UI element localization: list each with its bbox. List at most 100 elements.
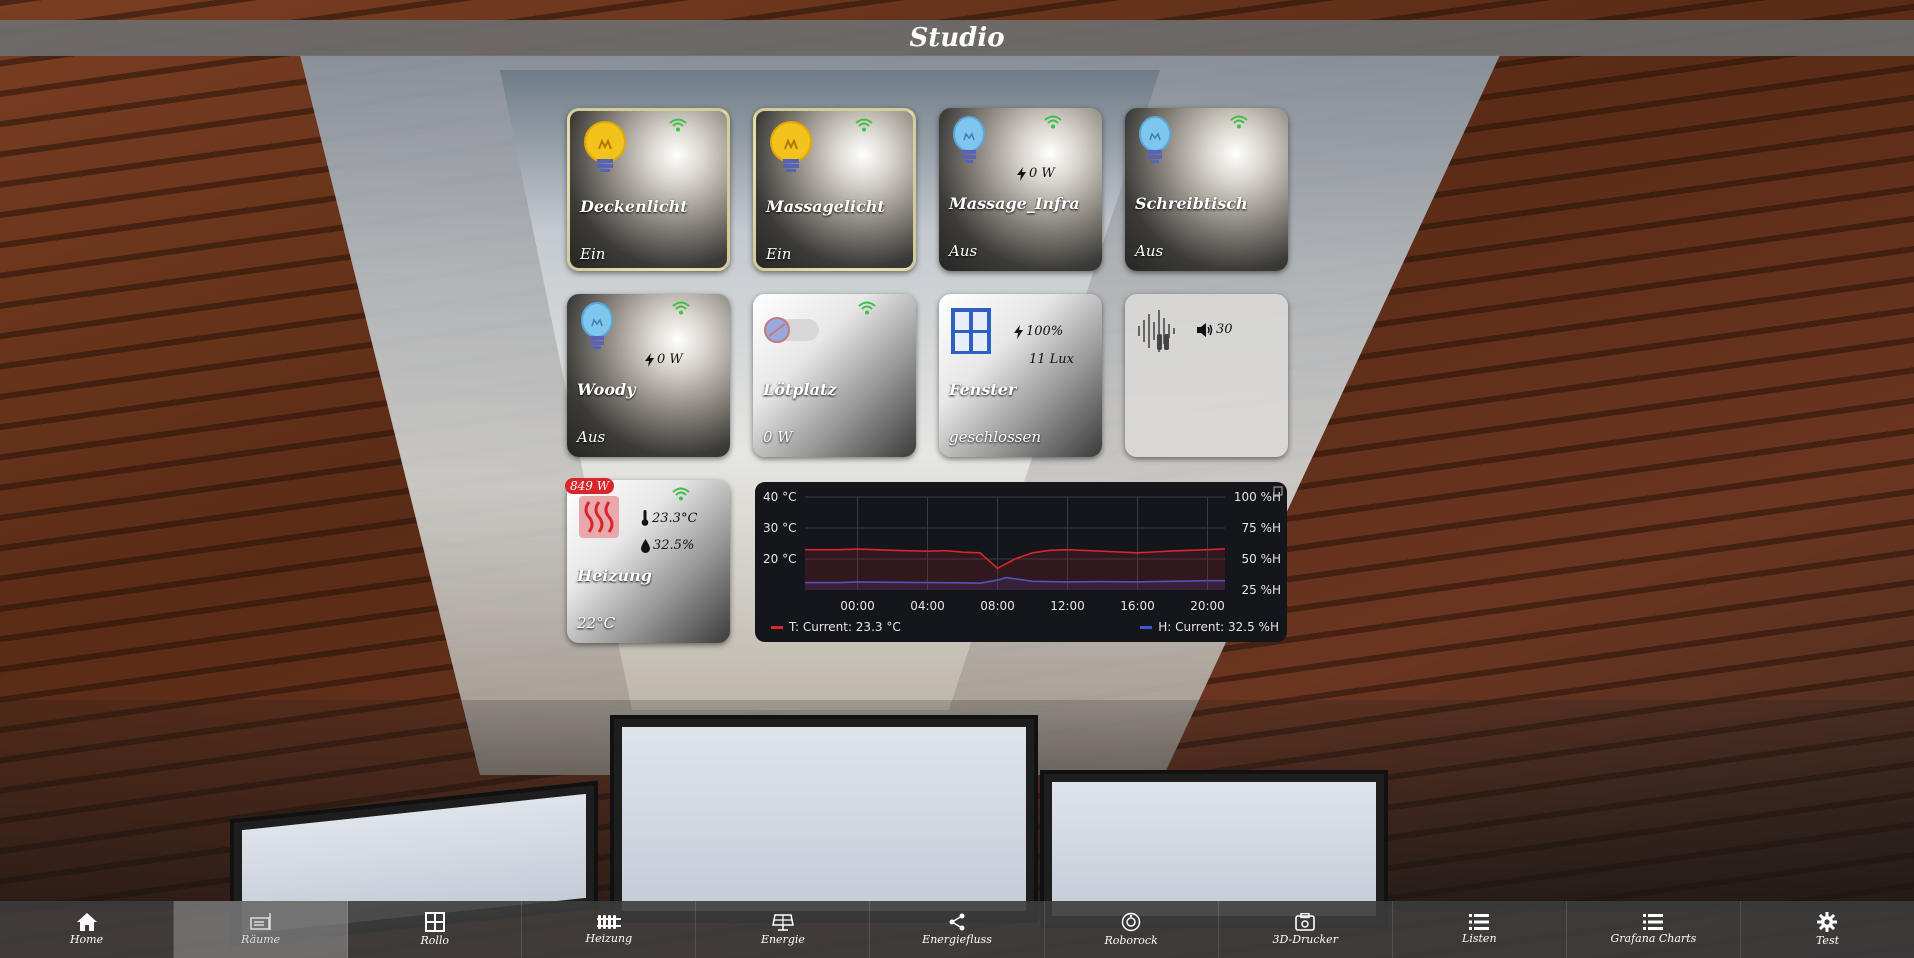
window-icon [949,306,993,360]
tile-name: Heizung [577,566,652,585]
power-reading: 0 W [645,352,683,367]
x-tick-label: 12:00 [1050,599,1085,613]
nav-item-rollo[interactable]: Rollo [348,901,523,958]
power-value: 0 W [1029,166,1055,181]
tile-state: Ein [766,245,792,263]
printer-icon [1295,913,1316,931]
wifi-icon [1044,114,1062,133]
title-bar: Studio [0,20,1914,56]
power-reading: 100% [1014,324,1063,339]
nav-label: Home [69,933,104,946]
toggle-switch-icon[interactable] [763,316,821,348]
list-icon [1469,914,1490,930]
y-right-tick-label: 75 %H [1241,521,1281,535]
lux-value: 11 Lux [1029,352,1075,367]
position-value: 100% [1026,324,1064,339]
tile-name: Deckenlicht [580,197,688,216]
temperature-reading: 23.3°C [641,510,697,526]
x-tick-label: 20:00 [1190,599,1225,613]
nav-item-raeume[interactable]: Räume [174,901,349,958]
speaker-icon [1197,322,1213,337]
nav-label: Energie [760,933,805,946]
radiator-heat-icon [577,494,621,544]
tile-state: 22°C [577,614,616,632]
tile-deckenlicht[interactable]: Deckenlicht Ein [567,108,730,271]
tile-name: Fenster [949,380,1017,399]
nav-item-energie[interactable]: Energie [696,901,871,958]
tile-state: Ein [580,245,606,263]
lightning-icon [1014,324,1023,339]
wifi-icon [855,117,873,136]
wifi-icon [1230,114,1248,133]
nav-label: Energiefluss [922,933,992,946]
legend-label: T: Current: 23.3 °C [789,620,901,634]
nav-item-heizung[interactable]: Heizung [522,901,697,958]
legend-temperature: T: Current: 23.3 °C [771,620,901,634]
lightbulb-off-icon [949,116,989,170]
nav-label: Heizung [585,932,633,945]
x-tick-label: 16:00 [1120,599,1155,613]
y-left-tick-label: 20 °C [763,552,796,566]
window-icon [424,912,445,932]
page-title: Studio [909,23,1005,53]
tile-speaker[interactable]: 30 [1125,294,1288,457]
temperature-value: 23.3°C [652,510,698,526]
tile-schreibtisch[interactable]: Schreibtisch Aus [1125,108,1288,271]
y-left-tick-label: 40 °C [763,490,796,504]
tile-massagelicht[interactable]: Massagelicht Ein [753,108,916,271]
chart-menu-icon[interactable] [1273,486,1283,496]
thermometer-icon [641,510,649,526]
y-right-tick-label: 50 %H [1241,552,1281,566]
tile-fenster[interactable]: 100% 11 Lux Fenster geschlossen [939,294,1102,457]
humidity-value: 32.5% [653,538,695,553]
nav-label: Test [1815,934,1840,947]
lightning-icon [1017,166,1026,181]
power-value: 0 W [657,352,683,367]
rooms-icon [249,913,271,930]
wifi-icon [669,117,687,136]
x-tick-label: 00:00 [840,599,875,613]
nav-label: Grafana Charts [1610,932,1697,945]
nav-item-home[interactable]: Home [0,901,175,958]
list-icon [1643,914,1664,930]
robot-vacuum-icon [1121,912,1141,932]
wifi-icon [672,300,690,319]
tile-loetplatz[interactable]: Lötplatz 0 W [753,294,916,457]
tile-massage-infra[interactable]: 0 W Massage_Infra Aus [939,108,1102,271]
nav-item-energiefluss[interactable]: Energiefluss [870,901,1045,958]
y-left-tick-label: 30 °C [763,521,796,535]
nav-item-3d-drucker[interactable]: 3D-Drucker [1219,901,1393,958]
temperature-area [805,548,1225,590]
solar-panel-icon [772,914,794,931]
tile-state: geschlossen [949,428,1041,446]
nav-label: Listen [1462,932,1497,945]
nav-label: Räume [241,933,281,946]
tile-heizung[interactable]: 849 W 23.3°C 32.5% Heizung 22°C [565,478,730,643]
tile-state: 0 W [763,428,793,446]
radiator-icon [596,915,621,929]
nav-item-listen[interactable]: Listen [1393,901,1567,958]
nav-item-test[interactable]: Test [1741,901,1914,958]
share-icon [949,913,965,931]
lightbulb-on-icon [580,119,630,177]
lightbulb-off-icon [577,302,617,356]
temperature-humidity-chart[interactable]: 00:00 04:00 08:00 12:00 16:00 20:00 40 °C 30 °C… [755,482,1287,642]
equalizer-icon [1135,308,1181,358]
x-tick-label: 04:00 [910,599,945,613]
lightbulb-off-icon [1135,116,1175,170]
tile-state: Aus [1135,242,1164,260]
x-tick-label: 08:00 [980,599,1015,613]
nav-item-roborock[interactable]: Roborock [1045,901,1219,958]
tile-name: Woody [577,380,636,399]
nav-item-grafana-charts[interactable]: Grafana Charts [1567,901,1741,958]
power-reading: 0 W [1017,166,1055,181]
wifi-icon [672,486,690,505]
tile-woody[interactable]: 0 W Woody Aus [567,294,730,457]
tile-name: Schreibtisch [1135,194,1248,213]
y-right-tick-label: 25 %H [1241,583,1281,597]
legend-swatch [1140,625,1153,629]
humidity-reading: 32.5% [641,538,694,553]
nav-label: Roborock [1104,934,1158,947]
power-badge: 849 W [565,478,615,494]
nav-label: Rollo [420,934,450,947]
